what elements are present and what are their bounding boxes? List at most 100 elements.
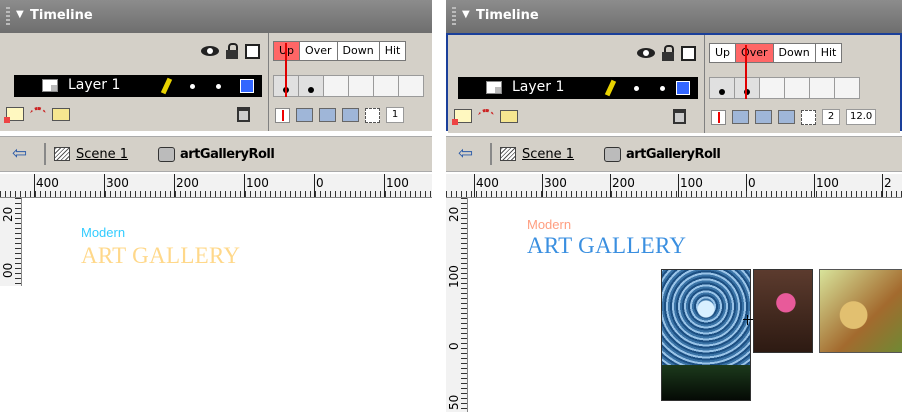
gallery-image[interactable] [661, 269, 751, 401]
scene-link[interactable]: Scene 1 [522, 147, 574, 162]
keyframe-cell[interactable] [709, 77, 735, 99]
frame-label-over[interactable]: Over [735, 43, 774, 63]
scene-link[interactable]: Scene 1 [76, 147, 128, 162]
layer-row[interactable]: Layer 1 [458, 77, 698, 99]
frame-tools: 2 12.0 [711, 109, 877, 125]
center-frame-icon[interactable] [275, 107, 290, 123]
ruler-number: 20 [447, 206, 461, 222]
lock-icon[interactable] [662, 45, 674, 61]
gallery-image[interactable] [753, 269, 813, 353]
right-panel: ▼ Timeline Layer 1 Up Over Down Hit 2 12… [446, 0, 902, 412]
stage-subtitle: Modern [81, 225, 126, 240]
frame-label-hit[interactable]: Hit [814, 43, 843, 63]
grip-icon[interactable] [6, 7, 10, 25]
frame-cell[interactable] [809, 77, 835, 99]
ruler-number: 100 [816, 176, 839, 190]
folder-icon[interactable] [500, 109, 518, 123]
playhead[interactable] [285, 43, 287, 97]
frame-label-down[interactable]: Down [772, 43, 816, 63]
frame-label-over[interactable]: Over [299, 41, 338, 61]
frame-cell[interactable] [759, 77, 785, 99]
ruler-tick [104, 174, 105, 197]
onion-skin-icon[interactable] [732, 110, 749, 124]
edit-multiple-frames-icon[interactable] [342, 108, 359, 122]
eye-icon[interactable] [637, 48, 655, 58]
frame-cell[interactable] [834, 77, 860, 99]
lock-dot[interactable] [216, 84, 221, 89]
lock-dot[interactable] [660, 86, 665, 91]
ruler-tick [244, 174, 245, 197]
ruler-number: 400 [36, 176, 59, 190]
stage-subtitle: Modern [527, 217, 572, 232]
current-frame: 1 [386, 107, 404, 123]
keyframe-cell[interactable] [298, 75, 324, 97]
lock-icon[interactable] [226, 43, 238, 59]
layer-color-swatch[interactable] [676, 81, 690, 95]
insert-layer-icon[interactable] [452, 109, 472, 125]
trash-icon[interactable] [673, 109, 686, 124]
insert-layer-icon[interactable] [4, 107, 24, 123]
timeline-header[interactable]: ▼ Timeline [446, 0, 902, 33]
layer-name: Layer 1 [512, 79, 565, 95]
frame-rate: 12.0 [846, 109, 877, 125]
vertical-ruler: 20 00 [0, 198, 22, 286]
frame-cell[interactable] [784, 77, 810, 99]
divider [490, 143, 492, 165]
button-symbol-icon [604, 147, 621, 162]
keyframe-cell[interactable] [734, 77, 760, 99]
frame-tools: 1 [275, 107, 404, 123]
frame-cells [273, 75, 424, 97]
motion-guide-icon[interactable] [30, 107, 46, 121]
playhead[interactable] [745, 45, 747, 99]
stage[interactable]: Modern ART GALLERY [23, 199, 432, 286]
frames-column: Up Over Down Hit 2 12.0 [704, 35, 900, 133]
layer-color-swatch[interactable] [240, 79, 254, 93]
eye-icon[interactable] [201, 46, 219, 56]
collapse-arrow-icon[interactable]: ▼ [462, 9, 470, 20]
modify-onion-markers-icon[interactable] [365, 107, 380, 123]
frame-cell[interactable] [398, 75, 424, 97]
stage[interactable]: Modern ART GALLERY [469, 199, 902, 412]
onion-skin-outlines-icon[interactable] [755, 110, 772, 124]
edit-multiple-frames-icon[interactable] [778, 110, 795, 124]
outline-icon[interactable] [245, 43, 260, 59]
timeline-header[interactable]: ▼ Timeline [0, 0, 432, 33]
frame-cell[interactable] [348, 75, 374, 97]
trash-icon[interactable] [237, 107, 250, 122]
current-frame: 2 [822, 109, 840, 125]
ruler-tick [610, 174, 611, 197]
outline-icon[interactable] [681, 45, 696, 61]
onion-skin-outlines-icon[interactable] [319, 108, 336, 122]
modify-onion-markers-icon[interactable] [801, 109, 816, 125]
onion-skin-icon[interactable] [296, 108, 313, 122]
folder-icon[interactable] [52, 107, 70, 121]
frame-label-up[interactable]: Up [709, 43, 737, 63]
vertical-ruler: 20 100 0 50 [446, 198, 468, 412]
ruler-tick [384, 174, 385, 197]
ruler-number: 400 [476, 176, 499, 190]
grip-icon[interactable] [452, 7, 456, 25]
ruler-tick [34, 174, 35, 197]
frame-label-hit[interactable]: Hit [378, 41, 407, 61]
left-panel: ▼ Timeline Layer 1 Over Down Hit 1 ⇦ Sce… [0, 0, 432, 286]
symbol-link[interactable]: artGalleryRoll [626, 147, 721, 162]
center-frame-icon[interactable] [711, 109, 726, 125]
symbol-link[interactable]: artGalleryRoll [180, 147, 275, 162]
frame-label-down[interactable]: Down [336, 41, 380, 61]
collapse-arrow-icon[interactable]: ▼ [16, 9, 24, 20]
layer-row[interactable]: Layer 1 [14, 75, 262, 97]
back-arrow-icon[interactable]: ⇦ [458, 143, 473, 164]
frame-cell[interactable] [373, 75, 399, 97]
ruler-number: 100 [386, 176, 409, 190]
frame-labels: Up Over Down Hit [273, 41, 407, 61]
visibility-dot[interactable] [190, 84, 195, 89]
gallery-image[interactable] [819, 269, 902, 353]
pencil-icon [604, 79, 617, 97]
ruler-number: 100 [447, 265, 461, 288]
motion-guide-icon[interactable] [478, 109, 494, 123]
frame-cell[interactable] [323, 75, 349, 97]
layer-tools [452, 109, 518, 125]
back-arrow-icon[interactable]: ⇦ [12, 143, 27, 164]
visibility-dot[interactable] [634, 86, 639, 91]
frame-cells [709, 77, 860, 99]
